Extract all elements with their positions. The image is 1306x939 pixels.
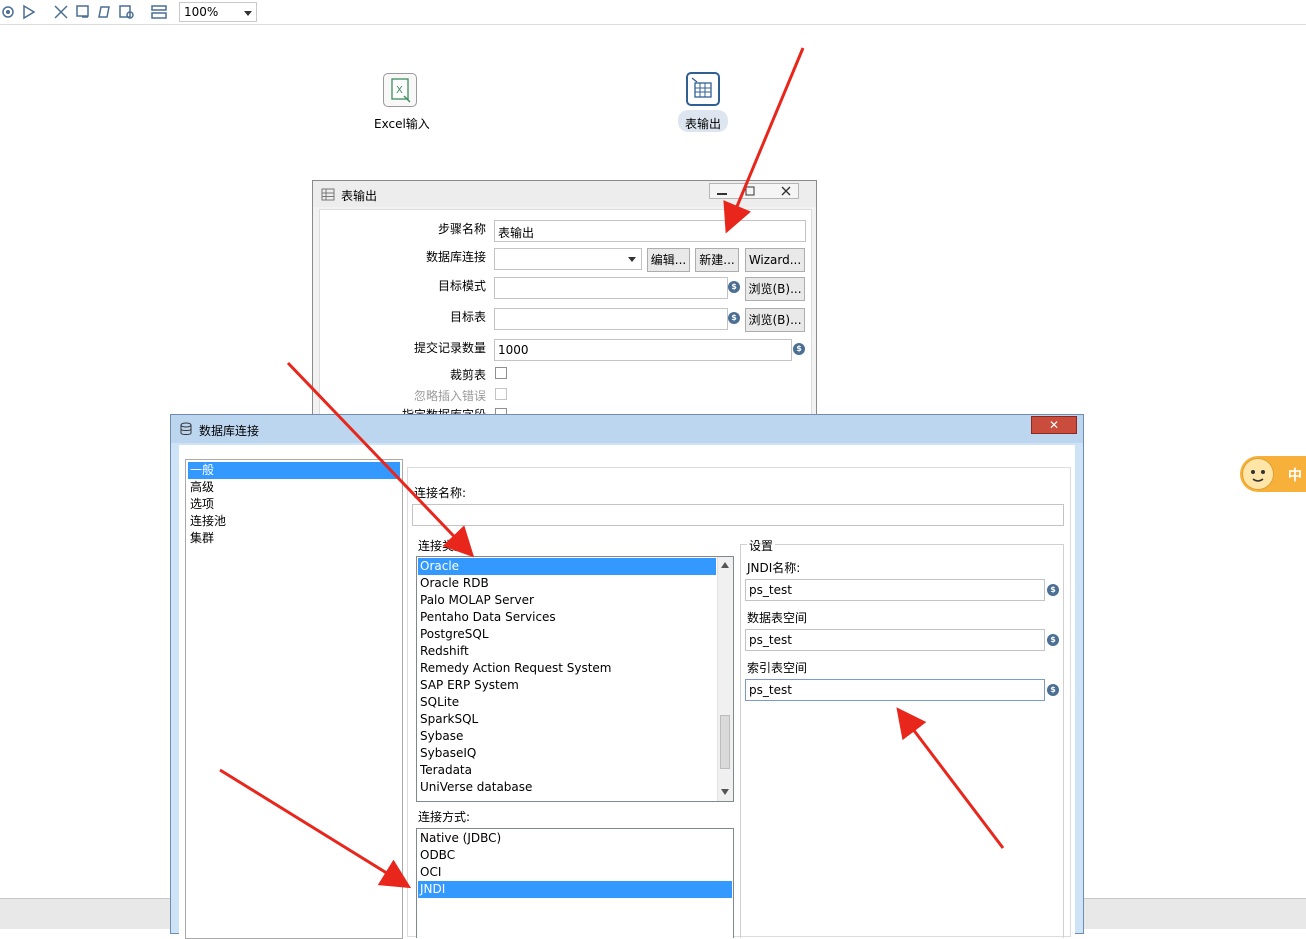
annotation-arrow	[723, 47, 805, 234]
annotation-arrow	[896, 707, 1005, 849]
annotation-arrow	[286, 361, 475, 558]
annotation-arrow	[219, 768, 412, 889]
annotation-arrows	[219, 47, 1005, 889]
